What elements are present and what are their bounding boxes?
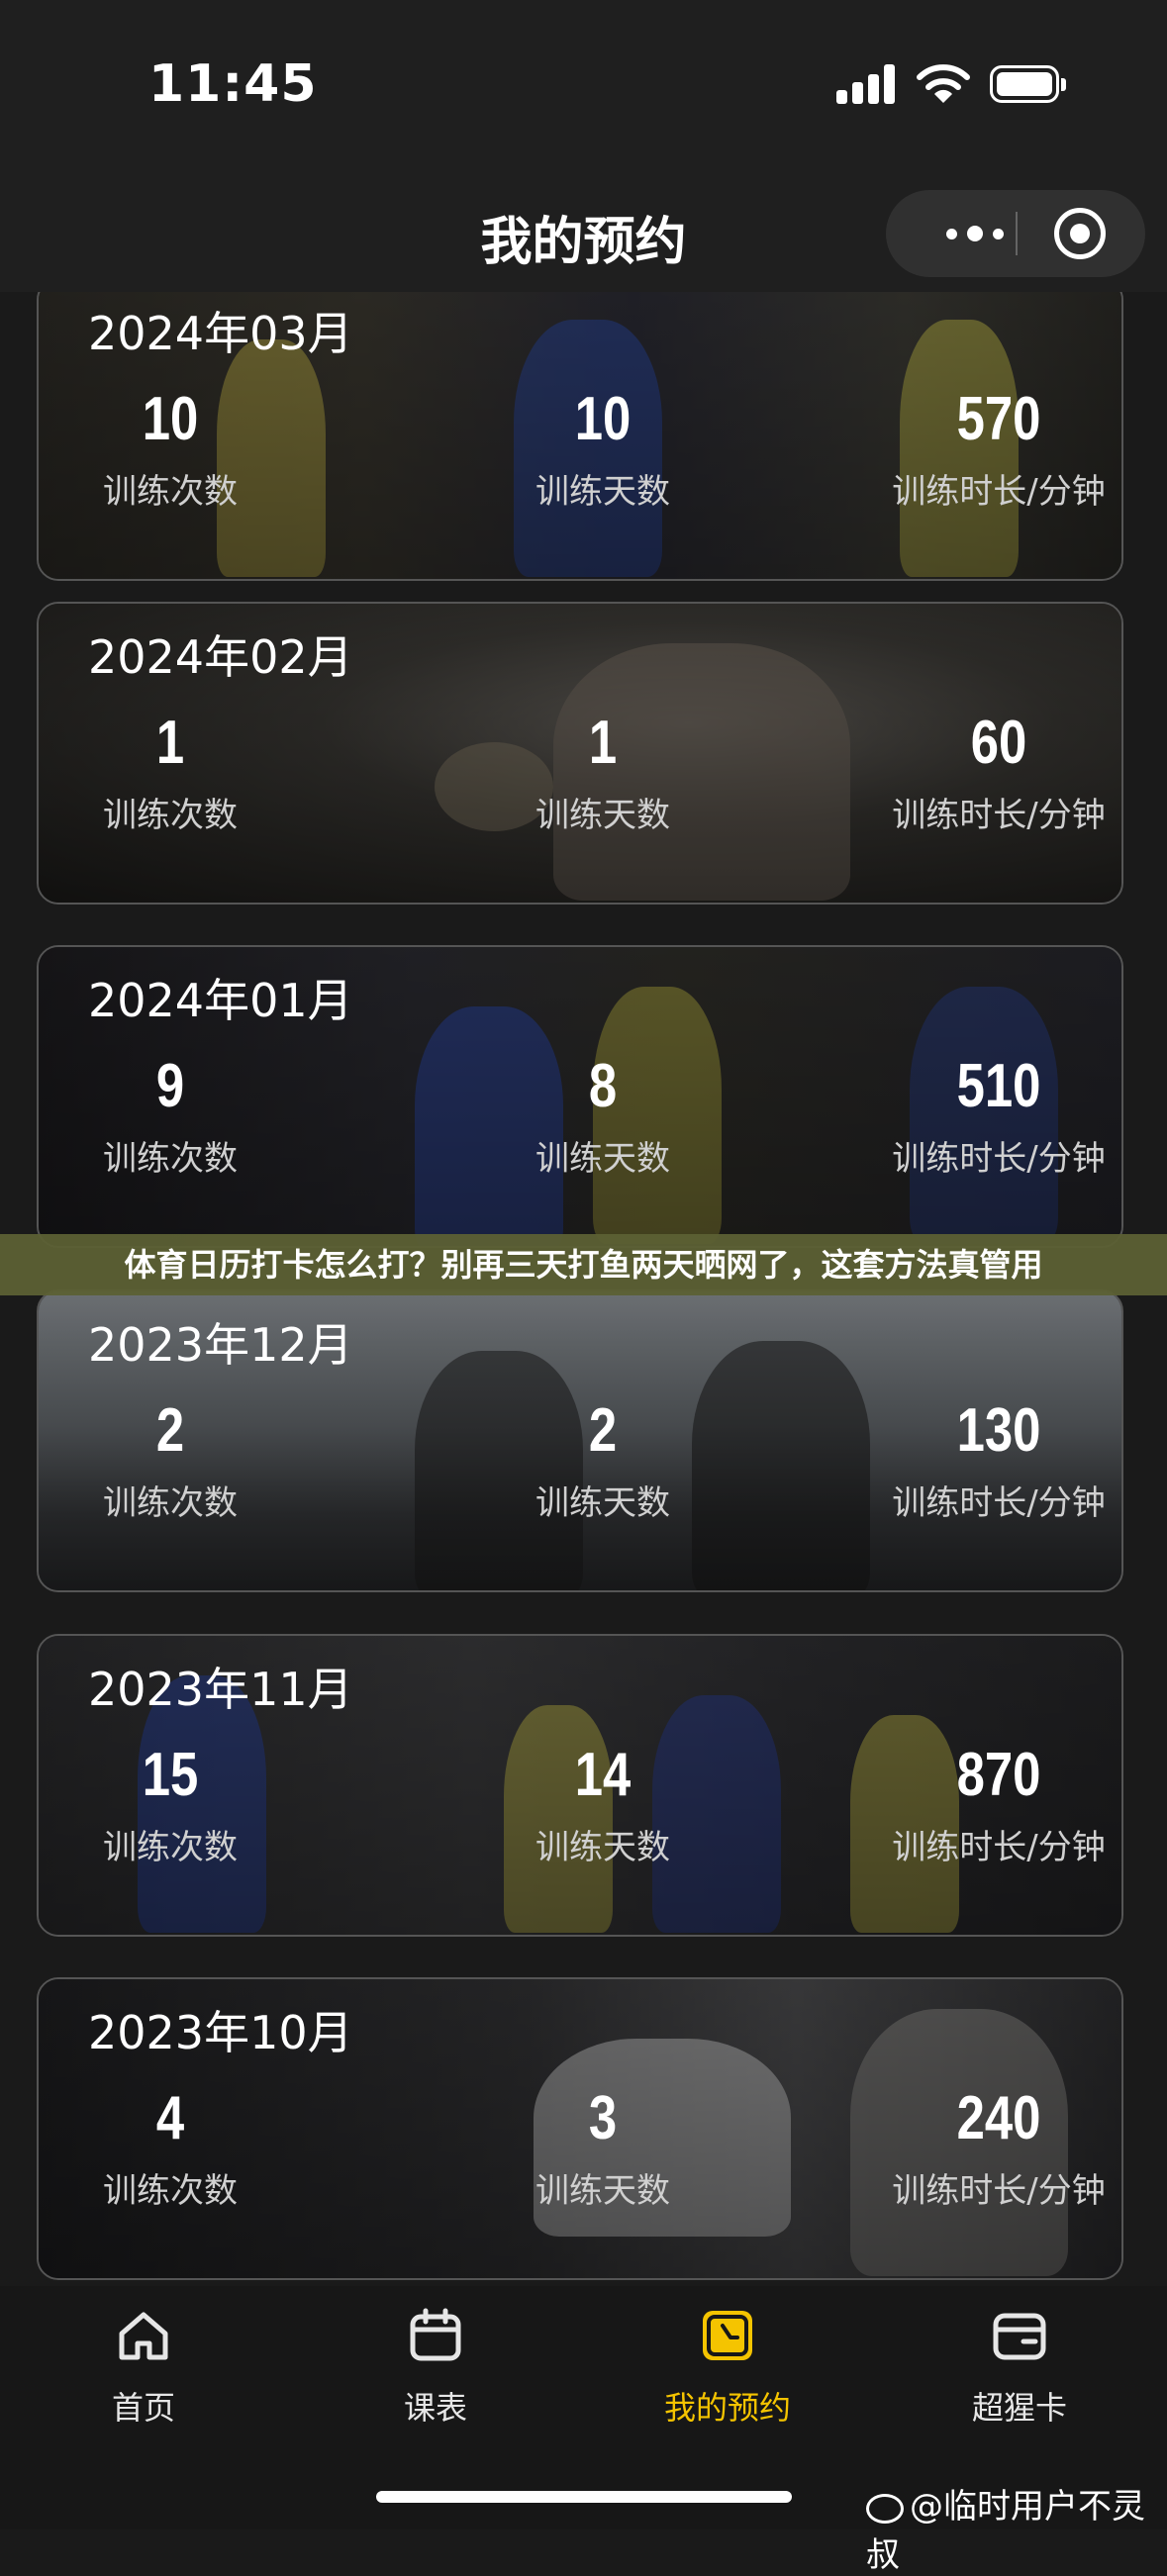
- stat-duration: 60 训练时长/分钟: [892, 709, 1106, 836]
- stat-days: 8 训练天数: [535, 1052, 670, 1180]
- weibo-icon: [866, 2493, 904, 2524]
- month-card[interactable]: 2024年02月 1 训练次数 1 训练天数 60 训练时长/分钟: [37, 602, 1123, 905]
- stat-duration: 510 训练时长/分钟: [892, 1052, 1106, 1180]
- status-time: 11:45: [148, 54, 318, 114]
- card-month: 2024年02月: [88, 630, 353, 684]
- stat-count: 2 训练次数: [103, 1396, 238, 1524]
- home-icon: [119, 2312, 168, 2360]
- card-month: 2024年01月: [88, 974, 353, 1027]
- article-title-banner: 体育日历打卡怎么打？别再三天打鱼两天晒网了，这套方法真管用: [0, 1234, 1167, 1295]
- wifi-icon: [917, 64, 970, 103]
- navigation-bar: 我的预约: [0, 168, 1167, 292]
- calendar-icon: [410, 2308, 461, 2361]
- month-card[interactable]: 2023年10月 4 训练次数 3 训练天数 240 训练时长/分钟: [37, 1977, 1123, 2280]
- stat-duration: 240 训练时长/分钟: [892, 2084, 1106, 2212]
- tab-card[interactable]: 超猩卡: [921, 2304, 1118, 2429]
- cellular-signal-icon: [836, 64, 898, 104]
- card-month: 2023年10月: [88, 2006, 353, 2059]
- card-month: 2023年11月: [88, 1663, 353, 1716]
- stat-days: 3 训练天数: [535, 2084, 670, 2212]
- month-card[interactable]: 2024年01月 9 训练次数 8 训练天数 510 训练时长/分钟: [37, 945, 1123, 1248]
- card-month: 2023年12月: [88, 1318, 353, 1372]
- tab-my-bookings[interactable]: 我的预约: [629, 2304, 827, 2429]
- card-month: 2024年03月: [88, 307, 353, 360]
- battery-icon: [990, 65, 1066, 103]
- month-card[interactable]: 2023年12月 2 训练次数 2 训练天数 130 训练时长/分钟: [37, 1289, 1123, 1592]
- stat-days: 10 训练天数: [535, 385, 670, 513]
- stat-days: 2 训练天数: [535, 1396, 670, 1524]
- clock-icon: [703, 2311, 752, 2360]
- wallet-icon: [993, 2313, 1046, 2360]
- stat-duration: 570 训练时长/分钟: [892, 385, 1106, 513]
- stat-duration: 870 训练时长/分钟: [892, 1741, 1106, 1868]
- stat-count: 4 训练次数: [103, 2084, 238, 2212]
- stat-days: 1 训练天数: [535, 709, 670, 836]
- tab-schedule[interactable]: 课表: [337, 2304, 535, 2429]
- stat-count: 9 训练次数: [103, 1052, 238, 1180]
- status-bar: 11:45: [0, 0, 1167, 168]
- stat-count: 10 训练次数: [103, 385, 238, 513]
- capsule-divider: [1016, 212, 1018, 255]
- tab-home[interactable]: 首页: [45, 2304, 243, 2429]
- stat-days: 14 训练天数: [535, 1741, 670, 1868]
- close-target-icon[interactable]: [1054, 208, 1106, 259]
- stat-count: 1 训练次数: [103, 709, 238, 836]
- stat-duration: 130 训练时长/分钟: [892, 1396, 1106, 1524]
- month-card[interactable]: 2024年03月 10 训练次数 10 训练天数 570 训练时长/分钟: [37, 292, 1123, 581]
- home-indicator[interactable]: [376, 2491, 792, 2503]
- watermark: @临时用户不灵叔: [866, 2487, 1145, 2575]
- month-card[interactable]: 2023年11月 15 训练次数 14 训练天数 870 训练时长/分钟: [37, 1634, 1123, 1937]
- mini-program-capsule: [886, 190, 1145, 277]
- stat-count: 15 训练次数: [103, 1741, 238, 1868]
